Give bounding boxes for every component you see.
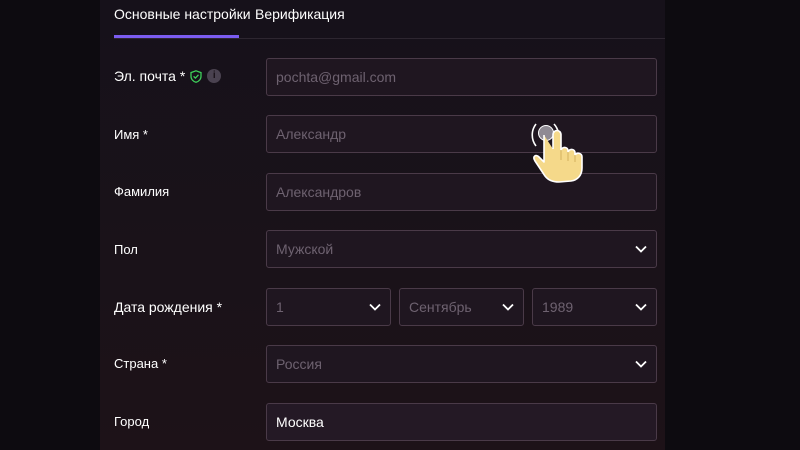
- tab-verification[interactable]: Верификация: [255, 6, 345, 38]
- birth-month-value: Сентябрь: [409, 299, 472, 315]
- birth-year-select[interactable]: 1989: [532, 288, 657, 326]
- chevron-down-icon: [369, 303, 381, 311]
- chevron-down-icon: [635, 245, 647, 253]
- chevron-down-icon: [635, 303, 647, 311]
- email-input[interactable]: [266, 58, 657, 96]
- email-label: Эл. почта * i: [114, 68, 222, 84]
- info-icon[interactable]: i: [207, 69, 222, 83]
- last-name-label: Фамилия: [114, 184, 170, 199]
- last-name-input[interactable]: [266, 173, 657, 211]
- email-label-text: Эл. почта *: [114, 68, 186, 84]
- chevron-down-icon: [635, 360, 647, 368]
- shield-check-icon: [190, 69, 202, 83]
- gender-label: Пол: [114, 242, 138, 257]
- birth-year-value: 1989: [542, 299, 574, 315]
- country-selected-value: Россия: [276, 356, 322, 372]
- gender-selected-value: Мужской: [276, 241, 334, 257]
- city-input[interactable]: [266, 403, 657, 441]
- birth-month-select[interactable]: Сентябрь: [399, 288, 524, 326]
- country-label: Страна *: [114, 356, 167, 371]
- tab-bar: Основные настройки Верификация: [114, 0, 665, 39]
- first-name-input[interactable]: [266, 115, 657, 153]
- birth-day-value: 1: [276, 299, 284, 315]
- gender-select[interactable]: Мужской: [266, 230, 657, 268]
- tab-main-settings[interactable]: Основные настройки: [114, 6, 251, 38]
- birth-date-label: Дата рождения *: [114, 299, 223, 315]
- chevron-down-icon: [502, 303, 514, 311]
- birth-day-select[interactable]: 1: [266, 288, 391, 326]
- city-label: Город: [114, 414, 150, 429]
- first-name-label: Имя *: [114, 127, 148, 142]
- country-select[interactable]: Россия: [266, 345, 657, 383]
- hand-pointer-icon: [531, 123, 583, 183]
